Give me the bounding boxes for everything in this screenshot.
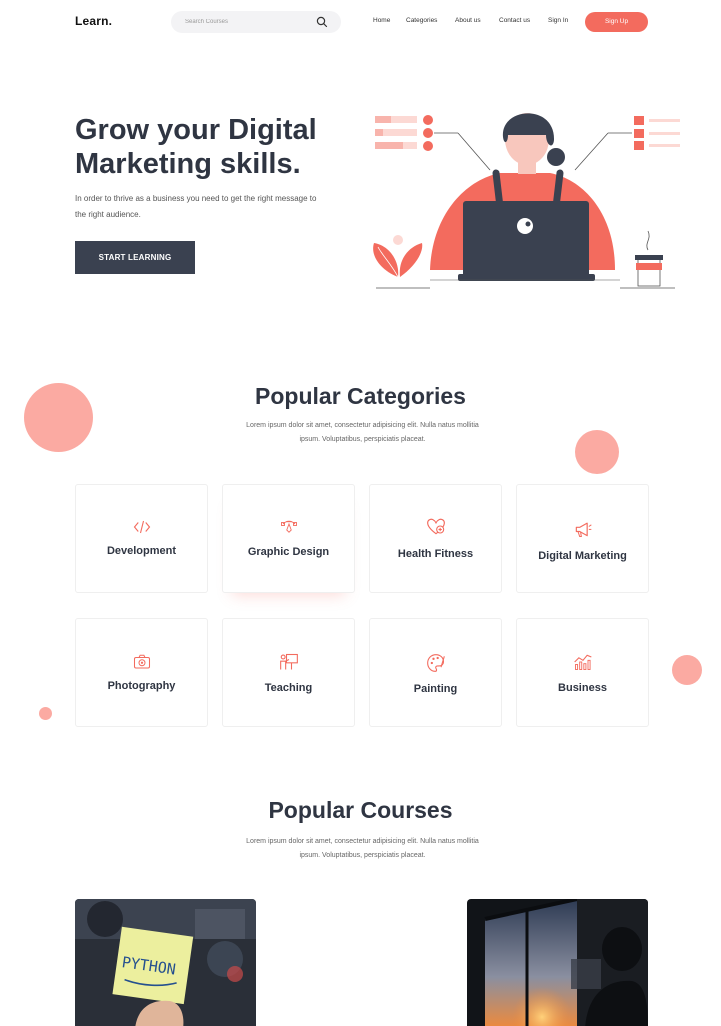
categories-subtitle: Lorem ipsum dolor sit amet, consectetur …: [246, 422, 479, 443]
heart-plus-icon: [426, 518, 445, 535]
code-icon: [133, 520, 150, 534]
hero-illustration: [373, 113, 680, 289]
course-card-python[interactable]: PYTHON: [75, 899, 256, 1026]
decor-circle-small-right: [672, 655, 702, 685]
categories-title: Popular Categories: [255, 383, 466, 409]
start-learning-button[interactable]: START LEARNING: [75, 241, 195, 274]
nav-link-categories[interactable]: Categories: [406, 17, 437, 24]
category-label: Graphic Design: [247, 546, 330, 558]
megaphone-icon: [575, 522, 592, 537]
top-navbar: Learn. Home Categories About us Contact …: [0, 0, 721, 44]
search-input[interactable]: [185, 15, 315, 29]
category-label: Teaching: [264, 682, 313, 694]
logo[interactable]: Learn.: [75, 14, 112, 28]
category-card-development[interactable]: Development: [75, 484, 208, 593]
decor-circle-tiny-left: [39, 707, 52, 720]
course-image-workspace: [467, 899, 648, 1026]
decor-circle-right: [575, 430, 619, 474]
course-image-python: PYTHON: [75, 899, 256, 1026]
checklist-right-icon: [574, 116, 680, 171]
coffee-cup-icon: [620, 230, 675, 289]
chart-bars-icon: [573, 654, 592, 670]
signup-button[interactable]: Sign Up: [585, 12, 648, 32]
category-card-digital-marketing[interactable]: Digital Marketing: [516, 484, 649, 593]
bezier-pen-icon: [280, 520, 297, 533]
hero-title-line-1: Grow your Digital: [75, 114, 317, 146]
teacher-board-icon: [279, 653, 298, 670]
category-card-teaching[interactable]: Teaching: [222, 618, 355, 727]
course-card-sunset-workspace[interactable]: [467, 899, 648, 1026]
nav-link-home[interactable]: Home: [373, 17, 390, 24]
category-label: Business: [558, 682, 607, 694]
hero-title-line-2: Marketing skills.: [75, 148, 301, 180]
category-label: Health Fitness: [397, 548, 474, 560]
hero-title: Grow your Digital Marketing skills.: [75, 113, 365, 181]
courses-subtitle: Lorem ipsum dolor sit amet, consectetur …: [246, 838, 479, 859]
nav-link-contact[interactable]: Contact us: [499, 17, 530, 24]
camera-icon: [133, 654, 150, 669]
hero-subtitle: In order to thrive as a business you nee…: [75, 194, 317, 219]
laptop-icon: [458, 201, 595, 281]
nav-link-about[interactable]: About us: [455, 17, 481, 24]
category-card-painting[interactable]: Painting: [369, 618, 502, 727]
category-card-photography[interactable]: Photography: [75, 618, 208, 727]
plant-icon: [373, 235, 430, 289]
checklist-left-icon: [375, 115, 491, 171]
courses-title: Popular Courses: [268, 797, 453, 823]
category-label: Photography: [107, 680, 176, 692]
category-label: Digital Marketing: [538, 550, 627, 562]
category-label: Development: [106, 545, 177, 557]
category-label: Painting: [413, 683, 458, 695]
search-icon[interactable]: [316, 16, 328, 28]
category-card-health-fitness[interactable]: Health Fitness: [369, 484, 502, 593]
category-card-graphic-design[interactable]: Graphic Design: [222, 484, 355, 593]
search-bar[interactable]: [171, 11, 341, 33]
nav-link-signin[interactable]: Sign In: [548, 17, 568, 24]
palette-icon: [426, 654, 445, 672]
category-card-business[interactable]: Business: [516, 618, 649, 727]
